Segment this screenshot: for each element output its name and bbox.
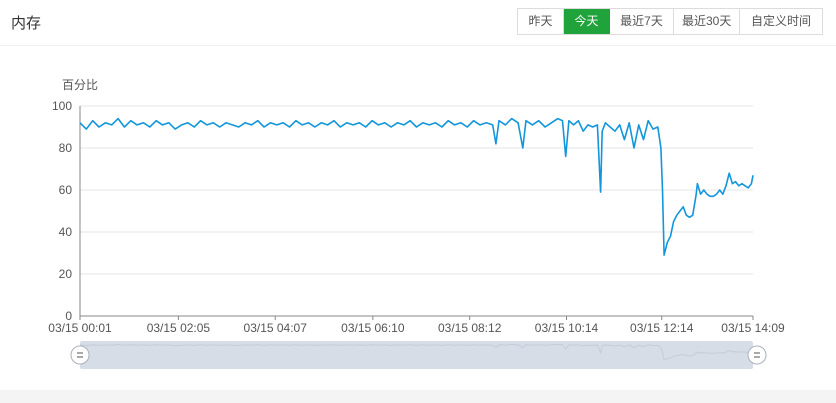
range-yesterday-button[interactable]: 昨天 <box>518 9 564 34</box>
x-axis-labels: 03/15 00:01 03/15 02:05 03/15 04:07 03/15 0… <box>48 316 785 335</box>
x-tick-label: 03/15 14:09 <box>721 321 785 335</box>
panel-title: 内存 <box>11 15 42 32</box>
zoom-handle-left-knob[interactable] <box>70 345 90 365</box>
footer-strip <box>0 390 836 403</box>
series-line-memory <box>79 117 754 256</box>
y-tick-label: 40 <box>59 225 73 239</box>
y-tick-label: 80 <box>59 141 73 155</box>
x-tick-label: 03/15 10:14 <box>535 321 599 335</box>
zoom-handle-right-knob[interactable] <box>747 345 767 365</box>
y-tick-label: 20 <box>59 267 73 281</box>
zoom-handle-left[interactable] <box>70 345 90 365</box>
memory-line-chart: 百分比 020406080100 03/15 00:01 03/15 02:05 0… <box>48 78 785 369</box>
header-divider <box>0 45 836 46</box>
zoom-slider[interactable] <box>70 341 767 369</box>
x-tick-label: 03/15 06:10 <box>341 321 405 335</box>
range-today-button[interactable]: 今天 <box>564 9 610 34</box>
y-tick-label: 60 <box>59 183 73 197</box>
y-tick-label: 100 <box>52 99 72 113</box>
y-axis-labels: 020406080100 <box>52 99 72 323</box>
range-last-7-days-button[interactable]: 最近7天 <box>610 9 674 34</box>
y-axis-title: 百分比 <box>62 78 98 92</box>
time-range-selector: 昨天 今天 最近7天 最近30天 自定义时间 <box>517 8 823 35</box>
range-last-30-days-button[interactable]: 最近30天 <box>674 9 740 34</box>
range-custom-button[interactable]: 自定义时间 <box>740 9 822 34</box>
gridlines <box>80 105 753 275</box>
zoom-handle-right[interactable] <box>747 345 767 365</box>
x-tick-label: 03/15 08:12 <box>438 321 502 335</box>
x-tick-label: 03/15 04:07 <box>244 321 308 335</box>
x-tick-label: 03/15 02:05 <box>147 321 211 335</box>
x-tick-label: 03/15 00:01 <box>48 321 112 335</box>
x-tick-label: 03/15 12:14 <box>630 321 694 335</box>
